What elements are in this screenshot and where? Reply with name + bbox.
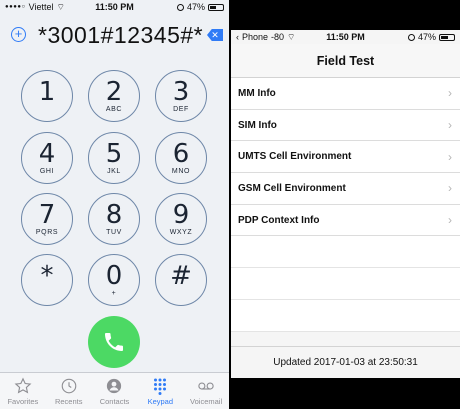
contact-icon: [107, 378, 122, 393]
back-chevron-icon[interactable]: ‹: [236, 32, 239, 42]
key-6[interactable]: 6 MNO: [155, 132, 207, 184]
status-bar: ●●●●○ Viettel ⌔ 11:50 PM 47%: [0, 0, 229, 14]
menu-item-label: PDP Context Info: [238, 214, 320, 226]
menu-item-umts[interactable]: UMTS Cell Environment ›: [231, 141, 460, 174]
menu-item-label: UMTS Cell Environment: [238, 151, 352, 163]
tab-keypad[interactable]: Keypad: [137, 373, 183, 409]
key-digit: 5: [105, 138, 123, 169]
add-contact-icon[interactable]: +: [11, 27, 26, 42]
carrier-name: Viettel: [28, 2, 54, 12]
status-time: 11:50 PM: [95, 2, 134, 12]
key-digit: 6: [172, 138, 190, 169]
tab-favorites[interactable]: Favorites: [0, 373, 46, 409]
battery-percent: 47%: [186, 2, 205, 12]
field-test-screen: ‹ Phone -80 ⌔ 11:50 PM 47% Field Test MM…: [231, 30, 460, 378]
chevron-right-icon: ›: [448, 118, 452, 133]
wifi-icon: ⌔: [287, 31, 296, 42]
key-digit: 3: [172, 76, 190, 107]
key-letters: MNO: [171, 167, 191, 175]
signal-strength: -80: [271, 32, 285, 42]
key-star[interactable]: *: [21, 254, 73, 306]
status-bar: ‹ Phone -80 ⌔ 11:50 PM 47%: [231, 30, 460, 44]
key-1[interactable]: 1: [21, 70, 73, 122]
clock-icon: [61, 378, 76, 393]
updated-timestamp: Updated 2017-01-03 at 23:50:31: [231, 346, 460, 378]
voicemail-icon: [198, 381, 214, 390]
menu-item-sim-info[interactable]: SIM Info ›: [231, 109, 460, 142]
key-hash[interactable]: #: [155, 254, 207, 306]
alarm-icon: [407, 33, 415, 41]
dialer-screen: ●●●●○ Viettel ⌔ 11:50 PM 47% + *3001#123…: [0, 0, 229, 409]
key-letters: +: [111, 289, 117, 297]
tab-label: Voicemail: [190, 396, 223, 406]
key-0[interactable]: 0 +: [88, 254, 140, 306]
battery-icon: [208, 3, 224, 11]
empty-row: [231, 299, 460, 332]
key-digit: 7: [38, 199, 56, 230]
dialed-number: *3001#12345#*: [38, 22, 204, 48]
signal-dots-icon: ●●●●○: [5, 4, 26, 10]
chevron-right-icon: ›: [448, 213, 452, 228]
menu-item-label: GSM Cell Environment: [238, 182, 346, 194]
key-digit: #: [170, 260, 192, 291]
key-digit: 4: [38, 138, 56, 169]
menu-item-label: SIM Info: [238, 119, 277, 131]
chevron-right-icon: ›: [448, 86, 452, 101]
key-letters: JKL: [107, 167, 121, 175]
key-letters: TUV: [106, 228, 122, 236]
phone-handset-icon: [105, 333, 123, 351]
tab-voicemail[interactable]: Voicemail: [183, 373, 229, 409]
battery-icon: [439, 33, 455, 41]
tab-recents[interactable]: Recents: [46, 373, 92, 409]
star-icon: [14, 377, 32, 393]
key-letters: ABC: [105, 105, 123, 113]
key-4[interactable]: 4 GHI: [21, 132, 73, 184]
key-letters: GHI: [39, 167, 55, 175]
tab-label: Favorites: [7, 396, 39, 406]
tab-label: Contacts: [99, 396, 130, 406]
key-letters: PQRS: [35, 228, 59, 236]
key-7[interactable]: 7 PQRS: [21, 193, 73, 245]
key-digit: 2: [105, 76, 123, 107]
key-9[interactable]: 9 WXYZ: [155, 193, 207, 245]
key-digit: 1: [38, 76, 56, 107]
empty-row: [231, 268, 460, 300]
keypad-icon: [154, 378, 167, 395]
key-digit: 0: [105, 260, 123, 291]
menu-list: MM Info › SIM Info › UMTS Cell Environment…: [231, 78, 460, 332]
number-display-row: + *3001#12345#* ✕: [0, 18, 229, 52]
alarm-icon: [176, 3, 184, 11]
key-5[interactable]: 5 JKL: [88, 132, 140, 184]
chevron-right-icon: ›: [448, 181, 452, 196]
menu-item-gsm[interactable]: GSM Cell Environment ›: [231, 173, 460, 205]
key-letters: DEF: [173, 105, 189, 113]
tab-label: Recents: [54, 396, 83, 406]
back-app-label[interactable]: Phone: [242, 32, 268, 42]
menu-item-pdp[interactable]: PDP Context Info ›: [231, 204, 460, 237]
menu-item-mm-info[interactable]: MM Info ›: [231, 78, 460, 110]
delete-icon[interactable]: ✕: [207, 29, 223, 41]
page-title: Field Test: [231, 44, 460, 78]
key-8[interactable]: 8 TUV: [88, 193, 140, 245]
empty-row: [231, 236, 460, 269]
key-3[interactable]: 3 DEF: [155, 70, 207, 122]
status-time: 11:50 PM: [326, 32, 365, 42]
chevron-right-icon: ›: [448, 149, 452, 164]
key-digit: 8: [105, 199, 123, 230]
wifi-icon: ⌔: [56, 1, 65, 12]
tab-label: Keypad: [147, 396, 173, 406]
key-digit: 9: [172, 199, 190, 230]
key-2[interactable]: 2 ABC: [88, 70, 140, 122]
key-digit: *: [40, 260, 54, 291]
key-letters: WXYZ: [169, 228, 193, 236]
call-button[interactable]: [88, 316, 140, 368]
tab-bar: Favorites Recents Contacts Keypad Voicem…: [0, 372, 229, 409]
tab-contacts[interactable]: Contacts: [92, 373, 138, 409]
battery-percent: 47%: [417, 32, 436, 42]
menu-item-label: MM Info: [238, 87, 276, 99]
